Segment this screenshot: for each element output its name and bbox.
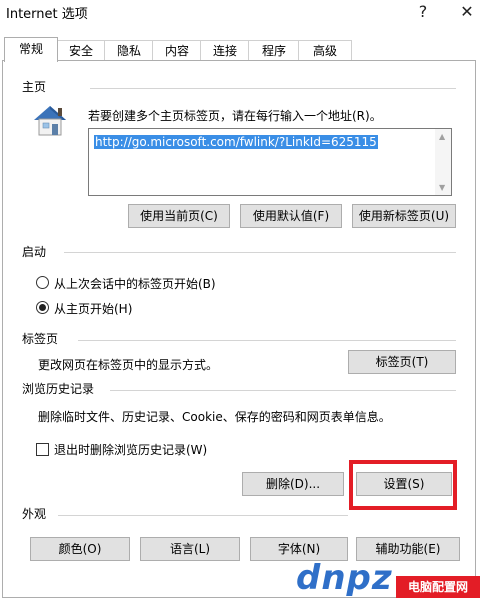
separator (64, 252, 456, 253)
radio-homepage[interactable] (36, 301, 49, 314)
separator (78, 340, 456, 341)
window-title: Internet 选项 (6, 7, 88, 22)
delete-button[interactable]: 删除(D)... (242, 472, 344, 496)
tab-connections[interactable]: 连接 (200, 40, 250, 61)
startup-heading: 启动 (22, 245, 47, 259)
use-new-tab-button[interactable]: 使用新标签页(U) (352, 204, 456, 228)
site-watermark: dnpz 电脑配置网 (296, 558, 482, 600)
scroll-down-icon[interactable]: ▼ (439, 183, 445, 192)
tab-security[interactable]: 安全 (56, 40, 106, 61)
use-current-button[interactable]: 使用当前页(C) (128, 204, 230, 228)
scrollbar[interactable]: ▲ ▼ (435, 129, 451, 195)
appearance-heading: 外观 (22, 507, 47, 521)
use-default-button[interactable]: 使用默认值(F) (240, 204, 342, 228)
tabs-heading: 标签页 (22, 332, 59, 346)
tabs-button[interactable]: 标签页(T) (348, 350, 456, 374)
tab-bar: 常规 安全 隐私 内容 连接 程序 高级 (0, 37, 484, 62)
radio-last-session[interactable] (36, 276, 49, 289)
languages-button[interactable]: 语言(L) (140, 537, 240, 561)
watermark-site-name: 电脑配置网 (396, 576, 480, 598)
house-icon (30, 102, 70, 138)
radio-homepage-label[interactable]: 从主页开始(H) (54, 300, 132, 317)
tab-advanced[interactable]: 高级 (298, 40, 352, 61)
tabs-desc: 更改网页在标签页中的显示方式。 (38, 358, 219, 372)
tab-content[interactable]: 内容 (152, 40, 202, 61)
delete-on-exit-label[interactable]: 退出时删除浏览历史记录(W) (54, 441, 207, 458)
separator (110, 390, 456, 391)
homepage-url-field[interactable]: http://go.microsoft.com/fwlink/?LinkId=6… (88, 128, 452, 196)
history-heading: 浏览历史记录 (22, 382, 95, 396)
homepage-url-text: http://go.microsoft.com/fwlink/?LinkId=6… (94, 135, 378, 149)
colors-button[interactable]: 颜色(O) (30, 537, 130, 561)
tab-privacy[interactable]: 隐私 (104, 40, 154, 61)
delete-on-exit-checkbox[interactable] (36, 443, 49, 456)
watermark-logo: dnpz (296, 558, 393, 598)
history-desc: 删除临时文件、历史记录、Cookie、保存的密码和网页表单信息。 (38, 410, 391, 424)
homepage-instruction: 若要创建多个主页标签页，请在每行输入一个地址(R)。 (88, 109, 382, 123)
tab-general[interactable]: 常规 (4, 37, 58, 62)
separator (90, 88, 456, 89)
homepage-heading: 主页 (22, 80, 47, 94)
tab-programs[interactable]: 程序 (248, 40, 300, 61)
scroll-up-icon[interactable]: ▲ (439, 132, 445, 141)
radio-last-session-label[interactable]: 从上次会话中的标签页开始(B) (54, 275, 216, 292)
help-button[interactable]: ? (408, 0, 438, 24)
settings-highlight-box (349, 460, 457, 510)
close-button[interactable]: ✕ (452, 0, 482, 24)
separator (58, 515, 348, 516)
